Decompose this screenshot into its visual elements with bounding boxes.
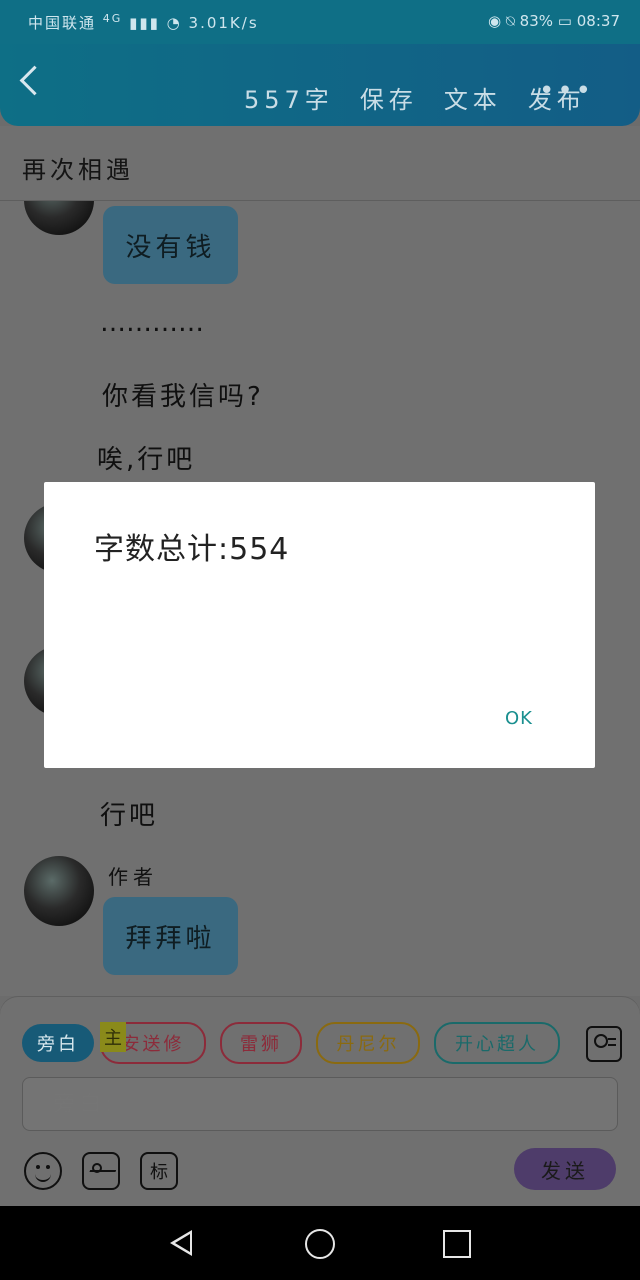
chat-bubble-text: 拜拜啦 [125, 923, 216, 954]
main-role-badge: 主 [100, 1022, 126, 1052]
chat-bubble[interactable]: 拜拜啦 [103, 897, 238, 975]
speed-text: 3.01K/s [188, 14, 259, 32]
image-icon[interactable] [82, 1152, 120, 1190]
send-button[interactable]: 发送 [514, 1148, 616, 1190]
nav-recent-icon[interactable] [443, 1230, 471, 1258]
word-count-label[interactable]: 557字 [244, 80, 334, 115]
message-input[interactable] [51, 1088, 595, 1120]
time-text: 08:37 [576, 12, 620, 30]
author-label: 作者 [108, 865, 158, 889]
avatar[interactable] [24, 201, 94, 235]
chat-line: 唉,行吧 [97, 445, 196, 475]
chat-bubble[interactable]: 没有钱 [103, 206, 238, 284]
status-bar: 中国联通 4G ▮▮▮ ◔ 3.01K/s ◉ ⍉ 83% ▭ 08:37 [0, 0, 640, 44]
signal-icon: ▮▮▮ [129, 14, 160, 32]
role-3[interactable]: 丹尼尔 [316, 1022, 420, 1064]
chat-line: 行吧 [100, 801, 159, 831]
wifi-icon: ◔ [166, 14, 182, 32]
chat-line: ………… [100, 308, 204, 338]
composer-tools: 标 [24, 1152, 178, 1190]
avatar[interactable] [24, 856, 94, 926]
dialog-message: 字数总计:554 [94, 532, 290, 567]
top-actions: 557字 保存 文本 发布 [244, 80, 586, 115]
eye-icon: ◉ [488, 12, 502, 30]
chat-line: 你看我信吗? [102, 382, 264, 412]
bell-off-icon: ⍉ [505, 12, 515, 30]
network-badge: 4G [102, 12, 123, 25]
emoji-icon[interactable] [24, 1152, 62, 1190]
nav-home-icon[interactable] [305, 1229, 335, 1259]
role-narration[interactable]: 旁白 [22, 1024, 94, 1062]
battery-icon: ▭ [557, 12, 572, 30]
tag-icon[interactable]: 标 [140, 1152, 178, 1190]
battery-text: 83% [519, 12, 554, 30]
title-bar: 再次相遇 [0, 126, 640, 201]
more-icon[interactable]: ••• [539, 76, 594, 106]
save-button[interactable]: 保存 [360, 80, 418, 115]
text-button[interactable]: 文本 [444, 80, 502, 115]
nav-back-icon[interactable] [170, 1230, 192, 1256]
page-title[interactable]: 再次相遇 [22, 150, 134, 185]
message-input-box[interactable] [22, 1077, 618, 1131]
role-4[interactable]: 开心超人 [434, 1022, 560, 1064]
word-count-dialog: 字数总计:554 OK [44, 482, 595, 768]
carrier-text: 中国联通 [28, 14, 97, 32]
ok-button[interactable]: OK [505, 708, 533, 729]
chat-bubble-text: 没有钱 [125, 232, 216, 263]
contact-card-icon[interactable] [586, 1026, 622, 1062]
role-2[interactable]: 雷狮 [220, 1022, 302, 1064]
